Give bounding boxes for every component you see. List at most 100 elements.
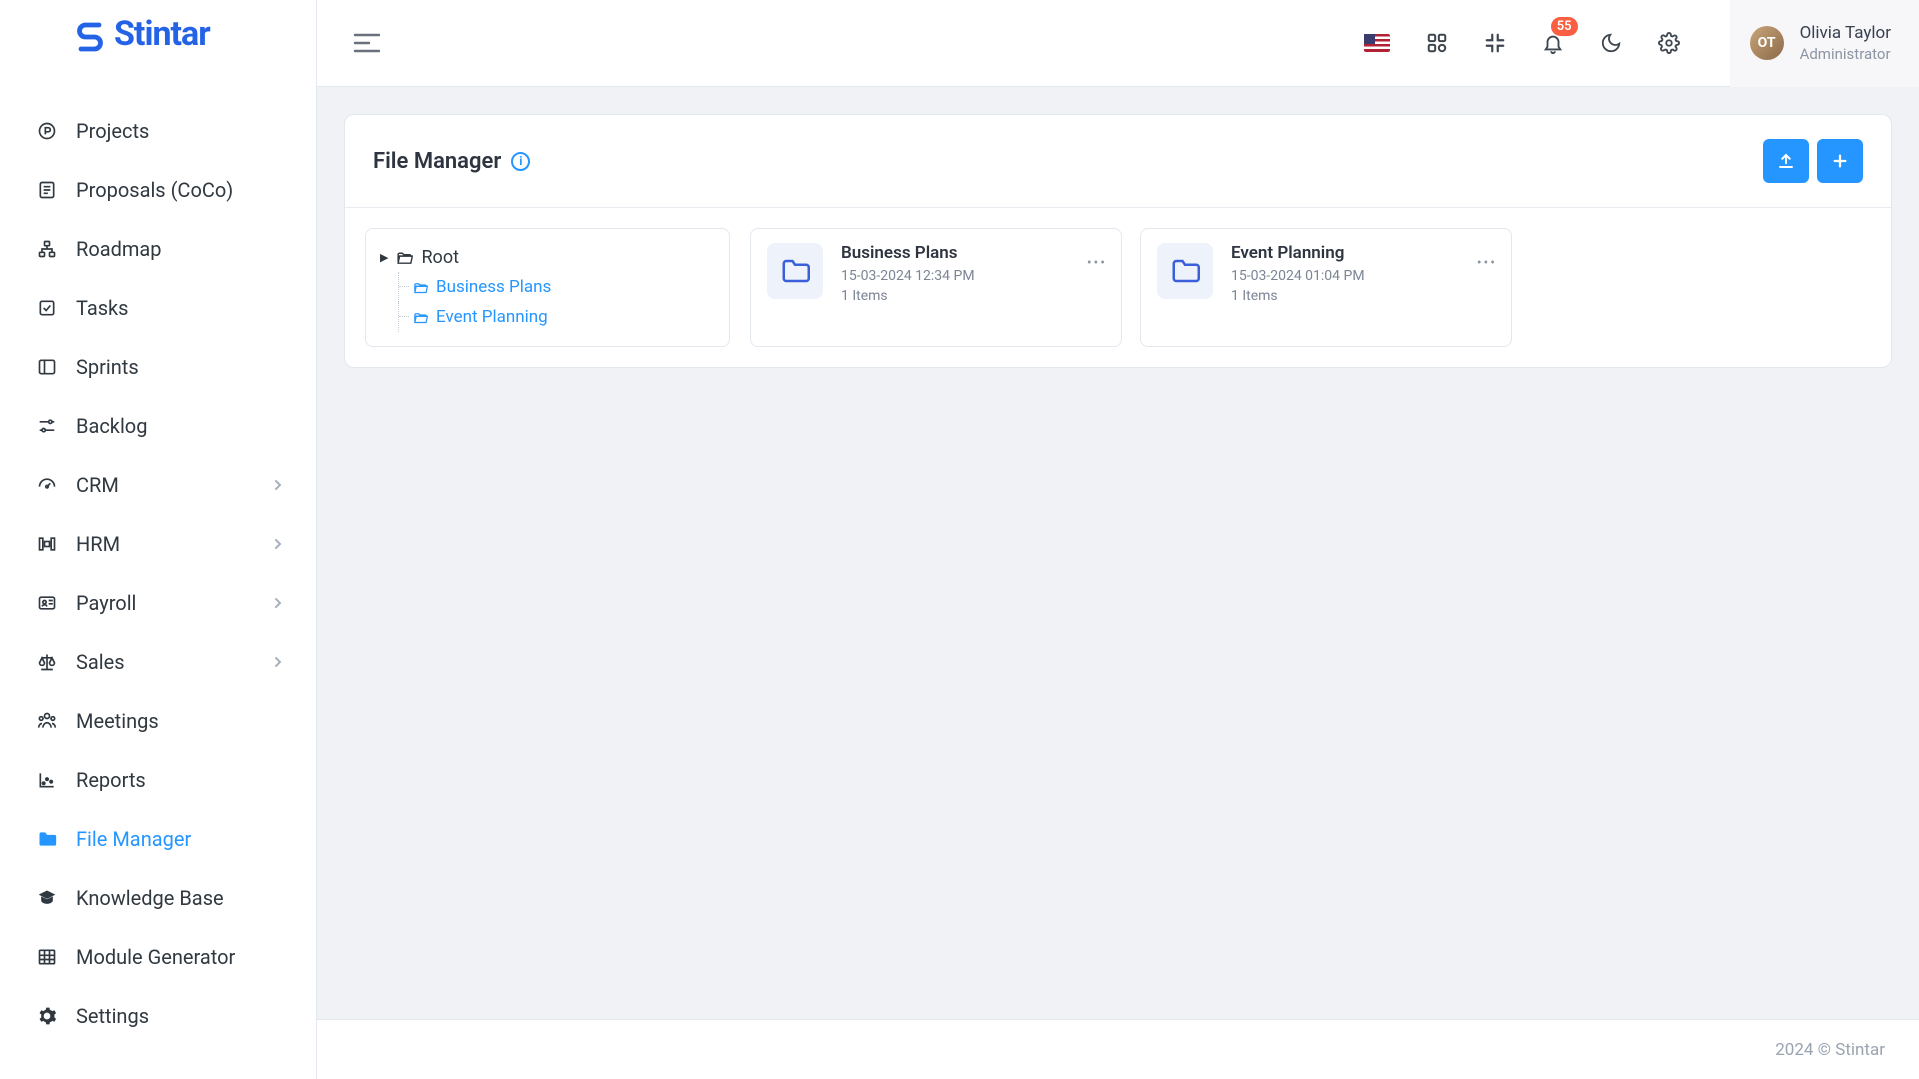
- sidebar-item-label: Sales: [76, 650, 125, 674]
- folder-card[interactable]: Event Planning 15-03-2024 01:04 PM 1 Items…: [1140, 228, 1512, 347]
- sidebar-item-crm[interactable]: CRM: [0, 455, 316, 514]
- people-icon: [36, 710, 58, 732]
- tree-node[interactable]: Business Plans: [413, 272, 715, 302]
- new-folder-button[interactable]: [1817, 139, 1863, 183]
- notifications-icon[interactable]: 55: [1542, 31, 1564, 55]
- grid-icon: [36, 946, 58, 968]
- sidebar-item-label: Backlog: [76, 414, 147, 438]
- footer-text: 2024 © Stintar: [1775, 1040, 1885, 1060]
- sidebar-item-file-manager[interactable]: File Manager: [0, 809, 316, 868]
- sidebar-nav: Projects Proposals (CoCo) Roadmap Tasks Spri…: [0, 67, 316, 1079]
- sidebar-item-label: Proposals (CoCo): [76, 178, 233, 202]
- user-menu[interactable]: OT Olivia Taylor Administrator: [1730, 0, 1919, 87]
- upload-button[interactable]: [1763, 139, 1809, 183]
- sidebar-item-payroll[interactable]: Payroll: [0, 573, 316, 632]
- brand-glyph: [72, 16, 108, 52]
- folder-icon: [36, 828, 58, 850]
- card-header: File Manager i: [345, 115, 1891, 208]
- chevron-right-icon: [273, 478, 283, 492]
- user-role: Administrator: [1800, 45, 1891, 63]
- folder-name: Event Planning: [1231, 243, 1365, 263]
- sidebar-item-proposals-coco-[interactable]: Proposals (CoCo): [0, 160, 316, 219]
- tree-root-label: Root: [421, 247, 459, 268]
- grad-icon: [36, 887, 58, 909]
- sidebar-item-label: CRM: [76, 473, 119, 497]
- sidebar: Stintar Projects Proposals (CoCo) Roadmap T…: [0, 0, 317, 1079]
- sidebar-item-knowledge-base[interactable]: Knowledge Base: [0, 868, 316, 927]
- sidebar-item-label: File Manager: [76, 827, 191, 851]
- card-body: ▶ Root Business Plans Event Planning Busi…: [345, 208, 1891, 367]
- sitemap-icon: [36, 238, 58, 260]
- menu-toggle-icon[interactable]: [353, 32, 381, 54]
- folder-open-icon: [413, 311, 428, 324]
- chevron-right-icon: [273, 596, 283, 610]
- sidebar-item-label: Meetings: [76, 709, 159, 733]
- folder-grid: Business Plans 15-03-2024 12:34 PM 1 Items…: [750, 228, 1871, 347]
- sidebar-item-label: Settings: [76, 1004, 149, 1028]
- file-manager-card: File Manager i ▶ Root Bu: [344, 114, 1892, 368]
- flag-us-icon: [1364, 34, 1390, 52]
- sidebar-item-label: Roadmap: [76, 237, 162, 261]
- caret-icon: ▶: [380, 251, 388, 264]
- chevron-right-icon: [273, 655, 283, 669]
- sidebar-item-module-generator[interactable]: Module Generator: [0, 927, 316, 986]
- doc-icon: [36, 179, 58, 201]
- tree-root[interactable]: ▶ Root: [380, 243, 715, 272]
- folder-item-count: 1 Items: [1231, 288, 1365, 304]
- sidebar-item-tasks[interactable]: Tasks: [0, 278, 316, 337]
- folder-menu-icon[interactable]: •••: [1087, 255, 1107, 271]
- sidebar-item-label: Knowledge Base: [76, 886, 224, 910]
- hrm-icon: [36, 533, 58, 555]
- id-icon: [36, 592, 58, 614]
- sidebar-item-projects[interactable]: Projects: [0, 101, 316, 160]
- info-icon[interactable]: i: [511, 152, 530, 171]
- brand-logo[interactable]: Stintar: [0, 0, 316, 67]
- tree-node-label: Event Planning: [436, 307, 548, 327]
- sidebar-item-label: Sprints: [76, 355, 139, 379]
- sidebar-item-roadmap[interactable]: Roadmap: [0, 219, 316, 278]
- topbar-right: 55 OT Olivia Taylor Administrator: [1364, 0, 1895, 87]
- language-flag[interactable]: [1364, 34, 1390, 52]
- gauge-icon: [36, 474, 58, 496]
- scale-icon: [36, 651, 58, 673]
- panel-icon: [36, 356, 58, 378]
- settings-icon[interactable]: [1658, 32, 1680, 54]
- notification-badge: 55: [1551, 17, 1578, 36]
- main-content: File Manager i ▶ Root Bu: [317, 87, 1919, 1079]
- sidebar-item-label: Reports: [76, 768, 146, 792]
- apps-icon[interactable]: [1426, 32, 1448, 54]
- header-actions: [1763, 139, 1863, 183]
- sidebar-item-settings[interactable]: Settings: [0, 986, 316, 1045]
- sidebar-item-label: Tasks: [76, 296, 129, 320]
- chart-icon: [36, 769, 58, 791]
- sidebar-item-sales[interactable]: Sales: [0, 632, 316, 691]
- footer: 2024 © Stintar: [317, 1019, 1919, 1079]
- folder-thumbnail: [1157, 243, 1213, 299]
- chevron-right-icon: [273, 537, 283, 551]
- sidebar-item-label: Payroll: [76, 591, 136, 615]
- gear-icon: [36, 1005, 58, 1027]
- circle-p-icon: [36, 120, 58, 142]
- sidebar-item-label: Projects: [76, 119, 149, 143]
- fullscreen-exit-icon[interactable]: [1484, 32, 1506, 54]
- folder-card[interactable]: Business Plans15-03-2024 12:34 PM1 Items…: [750, 228, 1122, 347]
- tree-node[interactable]: Event Planning: [413, 302, 715, 332]
- folder-open-icon: [396, 250, 413, 265]
- brand-text: Stintar: [114, 14, 210, 54]
- sidebar-item-meetings[interactable]: Meetings: [0, 691, 316, 750]
- topbar: 55 OT Olivia Taylor Administrator: [317, 0, 1919, 87]
- folder-menu-icon[interactable]: •••: [1477, 255, 1497, 271]
- folder-timestamp: 15-03-2024 01:04 PM: [1231, 268, 1365, 284]
- page-title: File Manager: [373, 149, 501, 174]
- sidebar-item-label: HRM: [76, 532, 120, 556]
- folder-timestamp: 15-03-2024 12:34 PM: [841, 268, 975, 284]
- folder-open-icon: [413, 281, 428, 294]
- dark-mode-icon[interactable]: [1600, 32, 1622, 54]
- sliders-icon: [36, 415, 58, 437]
- folder-thumbnail: [767, 243, 823, 299]
- sidebar-item-reports[interactable]: Reports: [0, 750, 316, 809]
- sidebar-item-hrm[interactable]: HRM: [0, 514, 316, 573]
- sidebar-item-sprints[interactable]: Sprints: [0, 337, 316, 396]
- sidebar-item-backlog[interactable]: Backlog: [0, 396, 316, 455]
- folder-name: Business Plans: [841, 243, 975, 263]
